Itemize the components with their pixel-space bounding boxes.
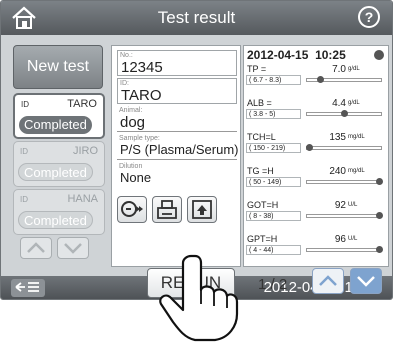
eject-icon <box>121 201 143 217</box>
chevron-up-icon <box>319 275 337 286</box>
id-field[interactable]: ID: TARO <box>117 78 237 104</box>
result-row: ALB = 4.4 g/dL ( 3.8 - 5) <box>244 98 388 120</box>
print-button[interactable] <box>152 196 182 223</box>
help-icon[interactable]: ? <box>358 6 380 28</box>
range-bar <box>306 246 383 253</box>
analyte-unit: U/L <box>348 202 358 208</box>
chevron-down-icon <box>64 243 82 254</box>
results-panel: 2012-04-15 10:25 TP = 7.0 g/dL( 6.7 - 8.3)… <box>243 45 389 267</box>
analyte-value: 92 <box>334 200 346 211</box>
status-badge: Completed <box>18 163 93 181</box>
sample-list-up-button[interactable] <box>20 237 52 259</box>
reference-range: ( 50 - 149) <box>246 177 301 187</box>
number-field[interactable]: No.: 12345 <box>117 50 237 76</box>
eject-button[interactable] <box>117 196 147 223</box>
analyte-name: GPT=H <box>247 234 278 244</box>
range-bar <box>306 144 382 151</box>
reference-range: ( 3.8 - 5) <box>246 109 301 119</box>
home-icon[interactable] <box>9 6 39 30</box>
sample-name: HANA <box>67 193 98 205</box>
dilution-label: Dilution <box>119 163 143 170</box>
range-marker <box>306 144 313 151</box>
range-marker <box>376 178 383 185</box>
page-indicator: 1 / 2 <box>258 276 288 293</box>
sample-type-label: Sample type: <box>119 135 160 142</box>
range-marker <box>376 246 383 253</box>
sample-id-label: ID <box>21 100 29 109</box>
range-bar <box>306 110 382 117</box>
sample-id-label: ID <box>20 195 28 204</box>
sample-type-field[interactable]: Sample type: P/S (Plasma/Serum) <box>117 134 239 160</box>
status-badge: Completed <box>19 116 92 134</box>
result-row: TG =H 240 mg/dL ( 50 - 149) <box>244 166 388 188</box>
new-test-button[interactable]: New test <box>13 45 103 89</box>
animal-value: dog <box>120 114 146 131</box>
animal-label: Animal: <box>119 107 143 114</box>
page-down-button[interactable] <box>350 268 382 294</box>
sample-card-jiro[interactable]: ID JIRO Completed <box>13 141 105 187</box>
analyte-value: 4.4 <box>332 98 346 109</box>
analyte-unit: g/dL <box>348 66 360 72</box>
dilution-field[interactable]: Dilution None <box>117 162 237 188</box>
analyte-unit: g/dL <box>348 100 360 106</box>
analyte-name: GOT=H <box>247 200 279 210</box>
title-bar: Test result ? <box>1 1 392 35</box>
sample-id-label: ID <box>20 147 28 156</box>
reference-range: ( 4 - 44) <box>246 245 301 255</box>
sample-name: JIRO <box>72 145 98 157</box>
number-label: No.: <box>120 52 133 59</box>
analyte-name: TG =H <box>247 166 274 176</box>
analyte-value: 96 <box>334 234 346 245</box>
analyte-name: TCH=L <box>247 132 276 142</box>
analyte-value: 240 <box>329 166 346 177</box>
print-icon <box>157 200 177 219</box>
upload-icon <box>192 200 212 219</box>
range-bar <box>306 178 383 185</box>
page-up-button[interactable] <box>312 268 344 294</box>
status-badge: Completed <box>18 211 93 229</box>
back-list-icon[interactable] <box>11 279 45 297</box>
range-marker <box>376 212 383 219</box>
results-time: 10:25 <box>315 48 346 62</box>
id-label: ID: <box>120 80 129 87</box>
range-bar <box>306 76 382 83</box>
chevron-up-icon <box>27 242 45 253</box>
result-row: TCH=L 135 mg/dL ( 150 - 219) <box>244 132 388 154</box>
analyte-name: TP = <box>247 64 267 74</box>
range-bar <box>306 212 383 219</box>
page-title: Test result <box>157 8 236 27</box>
result-row: GOT=H 92 U/L ( 8 - 38) <box>244 200 388 222</box>
upload-button[interactable] <box>187 196 217 223</box>
range-marker <box>316 76 324 83</box>
results-date: 2012-04-15 <box>247 48 309 62</box>
analyte-unit: U/L <box>348 236 358 242</box>
dilution-value: None <box>120 170 152 185</box>
sample-list-down-button[interactable] <box>57 237 89 259</box>
sample-name: TARO <box>67 98 97 110</box>
chevron-down-icon <box>357 276 375 287</box>
number-value: 12345 <box>121 59 163 76</box>
result-row: TP = 7.0 g/dL ( 6.7 - 8.3) <box>244 64 388 86</box>
result-row: GPT=H 96 U/L ( 4 - 44) <box>244 234 388 256</box>
reference-range: ( 8 - 38) <box>246 211 301 221</box>
analyte-unit: mg/dL <box>348 168 365 174</box>
sample-card-taro[interactable]: ID TARO Completed <box>13 93 105 139</box>
analyte-value: 7.0 <box>332 64 346 75</box>
reference-range: ( 150 - 219) <box>246 143 301 153</box>
animal-field[interactable]: Animal: dog <box>117 106 237 132</box>
sample-info-panel: No.: 12345 ID: TARO Animal: dog Sample t… <box>111 45 241 267</box>
id-value: TARO <box>121 87 162 104</box>
sample-type-value: P/S (Plasma/Serum) <box>120 142 239 157</box>
sample-card-hana[interactable]: ID HANA Completed <box>13 189 105 235</box>
analyte-value: 135 <box>329 132 346 143</box>
analyte-name: ALB = <box>247 98 272 108</box>
status-indicator <box>374 50 384 60</box>
pointer-hand-icon <box>159 254 239 342</box>
reference-range: ( 6.7 - 8.3) <box>246 75 301 85</box>
analyte-unit: mg/dL <box>348 134 365 140</box>
results-timestamp: 2012-04-15 10:25 <box>247 48 346 62</box>
range-marker <box>341 110 348 117</box>
